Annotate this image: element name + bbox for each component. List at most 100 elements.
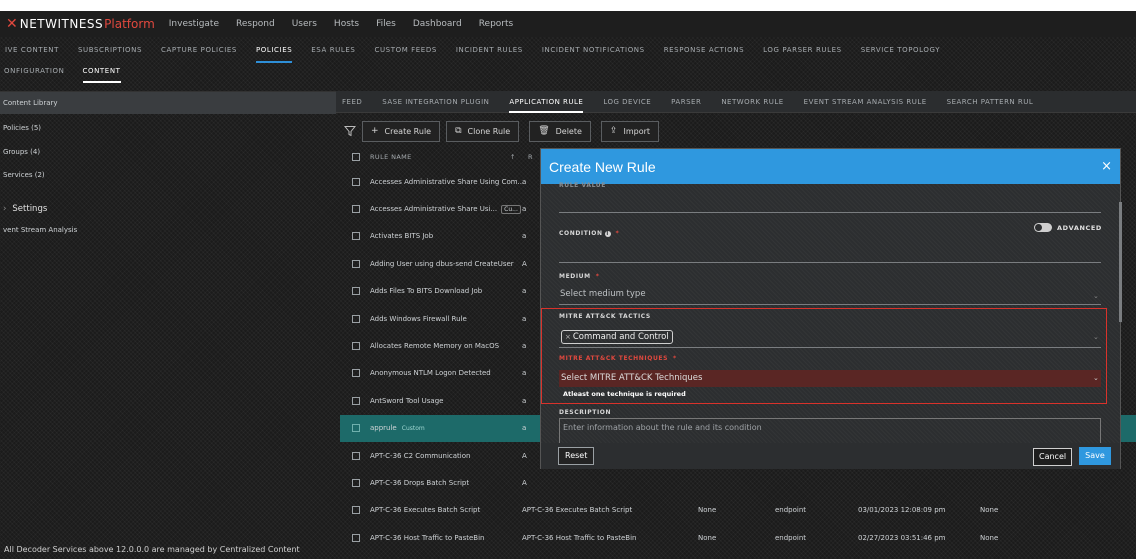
sidebar-item-content-library[interactable]: Content Library (0, 92, 336, 114)
tab-log-parser-rules[interactable]: LOG PARSER RULES (763, 37, 842, 63)
row-checkbox[interactable] (352, 342, 360, 351)
modal-scrollbar[interactable] (1119, 202, 1122, 322)
tab-log-device[interactable]: LOG DEVICE (603, 91, 651, 113)
sort-asc-icon[interactable]: ↑ (510, 153, 528, 161)
medium-label: MEDIUM * (559, 273, 599, 280)
row-checkbox[interactable] (352, 424, 360, 433)
sidebar-item-settings[interactable]: › Settings (0, 198, 336, 220)
close-icon[interactable]: × (1101, 159, 1112, 174)
advanced-toggle[interactable]: ADVANCED (1034, 223, 1102, 232)
netwitness-logo[interactable]: ✕ NETWITNESS Platform (6, 17, 155, 31)
tab-sase-integration-plugin[interactable]: SASE INTEGRATION PLUGIN (382, 91, 489, 113)
sidebar-item-policies[interactable]: Policies (5) (0, 117, 336, 139)
tab-subscriptions[interactable]: SUBSCRIPTIONS (78, 37, 142, 63)
tab-response-actions[interactable]: RESPONSE ACTIONS (664, 37, 744, 63)
row-checkbox[interactable] (352, 396, 360, 405)
cancel-button[interactable]: Cancel (1033, 448, 1073, 466)
import-button[interactable]: ⇪ Import (600, 120, 660, 142)
tab-policies[interactable]: POLICIES (255, 37, 293, 63)
chevron-down-icon[interactable]: ⌄ (1093, 333, 1099, 341)
tab-esa-rules[interactable]: ESA RULES (311, 37, 355, 63)
remove-chip-icon[interactable]: × (565, 331, 571, 343)
row-checkbox[interactable] (352, 232, 360, 241)
tab-live-content[interactable]: IVE CONTENT (5, 37, 59, 63)
rule-name-cell: Allocates Remote Memory on MacOS (370, 342, 530, 350)
nav-investigate[interactable]: Investigate (169, 19, 219, 29)
rule-value-field[interactable] (559, 212, 1101, 213)
mitre-tactics-label: MITRE ATT&CK TACTICS (559, 313, 651, 320)
tactic-chip[interactable]: × Command and Control (561, 330, 673, 344)
row-checkbox[interactable] (352, 478, 360, 487)
reset-button[interactable]: Reset (558, 447, 595, 465)
table-row[interactable]: APT-C-36 Executes Batch Script APT-C-36 E… (340, 497, 1136, 524)
nav-respond[interactable]: Respond (236, 19, 275, 29)
row-checkbox[interactable] (352, 259, 360, 268)
tab-content[interactable]: CONTENT (82, 67, 121, 83)
rule-name-text: Adds Windows Firewall Rule (370, 314, 467, 323)
filter-icon[interactable] (344, 125, 356, 137)
nav-reports[interactable]: Reports (479, 19, 514, 29)
trash-icon: 🗑 (538, 126, 550, 136)
table-row[interactable]: APT-C-36 Host Traffic to PasteBin APT-C-3… (340, 524, 1136, 551)
rule-name-cell: Activates BITS Job (370, 232, 530, 240)
row-checkbox[interactable] (352, 369, 360, 378)
logo-text: NETWITNESS (19, 17, 104, 31)
column-rule-name[interactable]: RULE NAME (370, 153, 510, 161)
tab-feed[interactable]: FEED (342, 91, 362, 113)
nav-files[interactable]: Files (376, 19, 396, 29)
tab-capture-policies[interactable]: CAPTURE POLICIES (161, 37, 237, 63)
tab-configuration[interactable]: ONFIGURATION (4, 67, 65, 81)
tab-application-rule[interactable]: APPLICATION RULE (509, 91, 584, 113)
row-checkbox[interactable] (352, 506, 360, 515)
toggle-switch[interactable] (1034, 223, 1052, 232)
info-icon: i (604, 231, 611, 237)
rule-name-text: Accesses Administrative Share Usi... (370, 205, 498, 214)
clone-icon: ⧉ (455, 126, 462, 136)
clone-rule-button[interactable]: ⧉ Clone Rule (446, 120, 520, 142)
collapse-chevron-icon: › (3, 204, 7, 214)
column-description[interactable]: R (528, 153, 533, 161)
delete-button[interactable]: 🗑 Delete (529, 120, 591, 142)
row-checkbox[interactable] (352, 287, 360, 296)
row-checkbox[interactable] (352, 205, 360, 214)
row-checkbox[interactable] (352, 451, 360, 460)
nav-hosts[interactable]: Hosts (334, 19, 359, 29)
save-button[interactable]: Save (1079, 447, 1111, 465)
tab-parser[interactable]: PARSER (671, 91, 701, 113)
tab-incident-notifications[interactable]: INCIDENT NOTIFICATIONS (542, 37, 645, 63)
rule-name-text: Anonymous NTLM Logon Detected (370, 369, 491, 378)
medium-select[interactable]: Select medium type (560, 289, 646, 299)
row-checkbox[interactable] (352, 533, 360, 542)
modal-title: Create New Rule (549, 158, 656, 175)
tab-custom-feeds[interactable]: CUSTOM FEEDS (374, 37, 436, 63)
medium-cell: endpoint (775, 506, 807, 515)
create-rule-modal: Create New Rule × RULE VALUE CONDITION i *… (540, 148, 1122, 469)
mitre-techniques-select[interactable]: Select MITRE ATT&CK Techniques (559, 370, 1101, 387)
last-modified-cell: 03/01/2023 12:08:09 pm (858, 506, 946, 515)
row-checkbox[interactable] (352, 177, 360, 186)
select-all-checkbox[interactable] (352, 153, 360, 161)
rule-name-cell: apprule Custom (370, 424, 530, 432)
clone-rule-label: Clone Rule (467, 126, 511, 136)
description-cell: A (522, 478, 527, 487)
chevron-down-icon[interactable]: ⌄ (1093, 374, 1099, 382)
tab-search-pattern-rule[interactable]: SEARCH PATTERN RUL (947, 91, 1034, 113)
description-cell: APT-C-36 Executes Batch Script (522, 506, 633, 515)
nav-dashboard[interactable]: Dashboard (413, 19, 462, 29)
mitre-techniques-label: MITRE ATT&CK TECHNIQUES * (559, 355, 677, 362)
nav-users[interactable]: Users (292, 19, 317, 29)
tab-network-rule[interactable]: NETWORK RULE (721, 91, 783, 113)
condition-field[interactable] (559, 262, 1101, 263)
tab-incident-rules[interactable]: INCIDENT RULES (456, 37, 523, 63)
table-row[interactable]: APT-C-36 Persistence via Run KeyAPT-C-36… (340, 551, 1136, 559)
chevron-down-icon[interactable]: ⌄ (1093, 292, 1099, 300)
sidebar-item-groups[interactable]: Groups (4) (0, 141, 336, 163)
sidebar-item-services[interactable]: Services (2) (0, 164, 336, 186)
create-rule-button[interactable]: + Create Rule (362, 120, 441, 142)
netwitness-logo-icon: ✕ (6, 16, 18, 32)
tab-esa-rule[interactable]: EVENT STREAM ANALYSIS RULE (804, 91, 927, 113)
tab-service-topology[interactable]: SERVICE TOPOLOGY (861, 37, 940, 63)
sidebar-item-event-stream-analysis[interactable]: vent Stream Analysis (0, 219, 336, 241)
table-row[interactable]: APT-C-36 Drops Batch Script A (340, 469, 1136, 496)
row-checkbox[interactable] (352, 314, 360, 323)
